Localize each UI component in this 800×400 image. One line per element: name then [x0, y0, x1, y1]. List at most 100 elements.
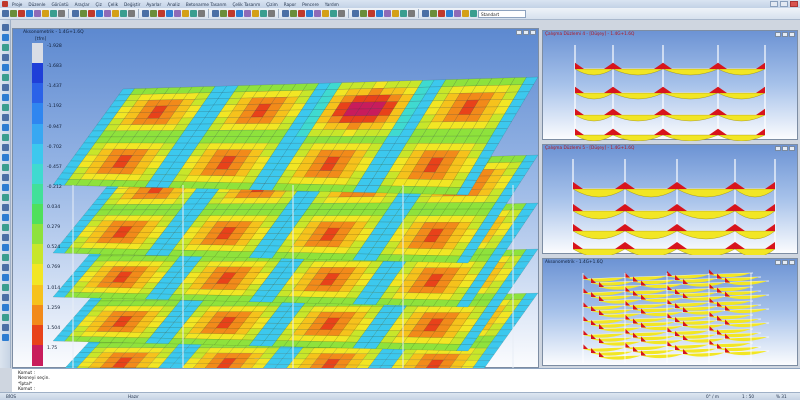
left-tool-icon[interactable]	[2, 234, 9, 241]
toolbar-tool-icon[interactable]	[198, 10, 205, 17]
left-tool-icon[interactable]	[2, 324, 9, 331]
toolbar-tool-icon[interactable]	[360, 10, 367, 17]
toolbar-tool-icon[interactable]	[470, 10, 477, 17]
toolbar-tool-icon[interactable]	[2, 10, 9, 17]
menu-item[interactable]: Araçlar	[75, 2, 90, 7]
menu-item[interactable]: Yardım	[325, 2, 339, 7]
menu-item[interactable]: Çelik	[108, 2, 118, 7]
toolbar-tool-icon[interactable]	[58, 10, 65, 17]
toolbar-tool-icon[interactable]	[174, 10, 181, 17]
menu-item[interactable]: Pencere	[302, 2, 319, 7]
left-tool-icon[interactable]	[2, 294, 9, 301]
toolbar-tool-icon[interactable]	[298, 10, 305, 17]
toolbar-tool-icon[interactable]	[166, 10, 173, 17]
left-tool-icon[interactable]	[2, 64, 9, 71]
left-tool-icon[interactable]	[2, 304, 9, 311]
menu-item[interactable]: Ayarlar	[146, 2, 161, 7]
left-tool-icon[interactable]	[2, 94, 9, 101]
toolbar-tool-icon[interactable]	[10, 10, 17, 17]
menu-item[interactable]: Analiz	[167, 2, 180, 7]
toolbar-tool-icon[interactable]	[228, 10, 235, 17]
toolbar-tool-icon[interactable]	[220, 10, 227, 17]
left-tool-icon[interactable]	[2, 284, 9, 291]
left-tool-icon[interactable]	[2, 274, 9, 281]
menu-item[interactable]: Görüntü	[51, 2, 68, 7]
left-tool-icon[interactable]	[2, 264, 9, 271]
command-line[interactable]: Komut : Nesneyi seçin. *İptal* Komut :	[12, 368, 800, 392]
toolbar-tool-icon[interactable]	[268, 10, 275, 17]
toolbar-tool-icon[interactable]	[142, 10, 149, 17]
toolbar-tool-icon[interactable]	[26, 10, 33, 17]
toolbar-tool-icon[interactable]	[72, 10, 79, 17]
maximize-icon[interactable]	[782, 32, 788, 37]
left-tool-icon[interactable]	[2, 224, 9, 231]
toolbar-tool-icon[interactable]	[18, 10, 25, 17]
toolbar-tool-icon[interactable]	[330, 10, 337, 17]
close-icon[interactable]	[789, 32, 795, 37]
left-tool-icon[interactable]	[2, 254, 9, 261]
left-tool-icon[interactable]	[2, 154, 9, 161]
close-icon[interactable]	[790, 1, 798, 7]
toolbar-tool-icon[interactable]	[260, 10, 267, 17]
minimize-icon[interactable]	[770, 1, 778, 7]
toolbar-tool-icon[interactable]	[282, 10, 289, 17]
toolbar-tool-icon[interactable]	[112, 10, 119, 17]
toolbar-tool-icon[interactable]	[150, 10, 157, 17]
left-tool-icon[interactable]	[2, 164, 9, 171]
menu-item[interactable]: Çizim	[266, 2, 278, 7]
toolbar-tool-icon[interactable]	[80, 10, 87, 17]
left-tool-icon[interactable]	[2, 184, 9, 191]
toolbar-tool-icon[interactable]	[446, 10, 453, 17]
axonometric-view[interactable]: Aksonometrik - 1.4G+1.6Q [tfm] -1.928 -1.…	[12, 28, 539, 369]
left-tool-icon[interactable]	[2, 314, 9, 321]
toolbar-tool-icon[interactable]	[430, 10, 437, 17]
menu-item[interactable]: Çelik Tasarım	[232, 2, 260, 7]
toolbar-tool-icon[interactable]	[42, 10, 49, 17]
toolbar-tool-icon[interactable]	[408, 10, 415, 17]
left-tool-icon[interactable]	[2, 334, 9, 341]
toolbar-tool-icon[interactable]	[422, 10, 429, 17]
left-tool-icon[interactable]	[2, 244, 9, 251]
left-tool-icon[interactable]	[2, 124, 9, 131]
toolbar-tool-icon[interactable]	[50, 10, 57, 17]
left-tool-icon[interactable]	[2, 24, 9, 31]
sub-view-plane-4[interactable]: Çalışma Düzlemi 4 - [Düşey] - 1.4G+1.6Q	[542, 30, 798, 141]
close-icon[interactable]	[530, 30, 536, 35]
sub-view-plane-5[interactable]: Çalışma Düzlemi 5 - [Düşey] - 1.4G+1.6Q	[542, 144, 798, 255]
toolbar-tool-icon[interactable]	[96, 10, 103, 17]
menu-item[interactable]: Çiz	[95, 2, 101, 7]
left-tool-icon[interactable]	[2, 214, 9, 221]
left-tool-icon[interactable]	[2, 144, 9, 151]
left-tool-icon[interactable]	[2, 84, 9, 91]
menu-item[interactable]: Düzenle	[28, 2, 45, 7]
toolbar-tool-icon[interactable]	[368, 10, 375, 17]
toolbar-tool-icon[interactable]	[338, 10, 345, 17]
toolbar-tool-icon[interactable]	[128, 10, 135, 17]
view-style-select[interactable]: Standart	[478, 10, 526, 18]
toolbar-tool-icon[interactable]	[462, 10, 469, 17]
sub-view-axonometric[interactable]: Aksonometrik - 1.4G+1.6Q	[542, 258, 798, 366]
toolbar-tool-icon[interactable]	[322, 10, 329, 17]
left-tool-icon[interactable]	[2, 194, 9, 201]
toolbar-tool-icon[interactable]	[182, 10, 189, 17]
toolbar-tool-icon[interactable]	[236, 10, 243, 17]
toolbar-tool-icon[interactable]	[104, 10, 111, 17]
minimize-icon[interactable]	[775, 260, 781, 265]
left-tool-icon[interactable]	[2, 134, 9, 141]
toolbar-tool-icon[interactable]	[88, 10, 95, 17]
left-tool-icon[interactable]	[2, 114, 9, 121]
toolbar-tool-icon[interactable]	[212, 10, 219, 17]
toolbar-tool-icon[interactable]	[190, 10, 197, 17]
toolbar-tool-icon[interactable]	[392, 10, 399, 17]
close-icon[interactable]	[789, 260, 795, 265]
menu-item[interactable]: Proje	[12, 2, 22, 7]
toolbar-tool-icon[interactable]	[400, 10, 407, 17]
maximize-icon[interactable]	[780, 1, 788, 7]
toolbar-tool-icon[interactable]	[314, 10, 321, 17]
close-icon[interactable]	[789, 146, 795, 151]
toolbar-tool-icon[interactable]	[158, 10, 165, 17]
left-tool-icon[interactable]	[2, 174, 9, 181]
menu-item[interactable]: Rapor	[284, 2, 296, 7]
minimize-icon[interactable]	[516, 30, 522, 35]
toolbar-tool-icon[interactable]	[376, 10, 383, 17]
